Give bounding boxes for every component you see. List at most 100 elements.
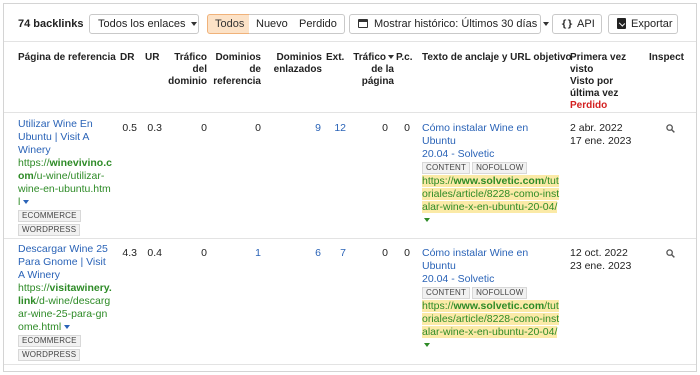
anchor-cell: Cómo instalar Wine en Ubuntu 20.04 - Sol… [422,122,564,227]
link-filter-label: Todos los enlaces [98,18,186,30]
url-part: /tut [544,175,559,187]
title-line: A Winery [18,269,61,281]
col-label: Visto por [570,76,614,87]
ext-value[interactable]: 12 [322,122,346,135]
row-divider [4,238,696,239]
tab-perdido[interactable]: Perdido [292,14,345,34]
url-part: /d-wine/descarg [36,295,111,307]
col-label: visto [570,64,594,75]
tab-todos[interactable]: Todos [207,14,253,34]
tab-nuevo[interactable]: Nuevo [249,14,296,34]
title-line: Winery [18,144,51,156]
col-label: última vez [570,88,619,99]
col-linked-domains[interactable]: Dominios enlazados [266,52,322,76]
url-part: alar-wine-x-en-ubuntu-20-04/ [422,201,558,213]
export-label: Exportar [631,18,673,30]
sort-desc-icon [388,55,394,60]
ref-page-title[interactable]: Descargar Wine 25 Para Gnome | Visit A W… [18,243,118,282]
tag: WORDPRESS [18,349,81,361]
header-divider [4,112,696,113]
url-part: wine-en-ubuntu.htm [18,183,111,195]
col-ext[interactable]: Ext. [326,52,344,64]
anchor-text[interactable]: Cómo instalar Wine en Ubuntu 20.04 - Sol… [422,122,564,161]
ref-page-url[interactable]: https://winevivino.c om/u-wine/utilizar-… [18,157,118,209]
link-filter-dropdown[interactable]: Todos los enlaces [89,14,199,34]
col-label-text: Tráfico [353,52,386,63]
row-divider [4,364,696,365]
col-label: de [249,64,261,75]
title-line: Descargar Wine 25 [18,243,108,255]
api-label: API [577,18,595,30]
title-line: Para Gnome | Visit [18,256,106,268]
col-dr[interactable]: DR [120,52,134,64]
last-seen: 23 ene. 2023 [570,260,632,272]
ur-value: 0.3 [147,122,162,134]
url-domain: www.solvetic.com [453,175,545,187]
page-traffic-value: 0 [382,122,388,134]
toolbar: 74 backlinks Todos los enlaces Todos Nue… [4,4,696,42]
col-anchor[interactable]: Texto de anclaje y URL objetivo [422,52,572,64]
seen-dates: 2 abr. 2022 17 ene. 2023 [570,122,650,148]
ref-page-url[interactable]: https://visitawinery. link/d-wine/descar… [18,282,118,334]
url-domain: winevivino.c [49,157,112,169]
target-url[interactable]: https://www.solvetic.com/tut oriales/art… [422,175,564,227]
col-inspect: Inspect [649,52,685,63]
linked-domains-value[interactable]: 9 [284,122,321,135]
col-label: del [192,64,207,75]
col-ur[interactable]: UR [145,52,159,64]
domain-traffic-value: 0 [201,122,207,134]
magnifier-icon[interactable] [666,249,675,258]
url-part: https:// [422,300,454,312]
dr-value: 0.5 [122,122,137,134]
first-seen: 2 abr. 2022 [570,122,623,134]
page-traffic-value: 0 [382,247,388,259]
tag: WORDPRESS [18,224,81,236]
col-label: página [361,76,394,87]
col-label: Dominios [276,52,322,63]
export-icon [617,18,626,29]
ref-domains-value[interactable]: 1 [224,247,261,260]
ref-page-title[interactable]: Utilizar Wine En Ubuntu | Visit A Winery [18,118,118,157]
api-button[interactable]: {} API [552,14,602,34]
col-page-traffic[interactable]: Tráfico de la página [352,52,394,88]
col-label: Primera vez [570,52,627,63]
tag: CONTENT [422,287,471,299]
magnifier-icon[interactable] [666,124,675,133]
url-part: oriales/article/8228-como-inst [422,313,560,325]
col-label: enlazados [273,64,322,75]
pc-value: 0 [404,122,410,134]
chevron-down-icon [543,22,550,27]
dr-value: 4.3 [122,247,137,259]
col-ref-domains[interactable]: Dominios de referencia [208,52,261,88]
target-url[interactable]: https://www.solvetic.com/tut oriales/art… [422,300,564,352]
col-ref-page[interactable]: Página de referencia [18,52,116,64]
caret-down-icon[interactable] [23,200,30,205]
col-seen[interactable]: Primera vez visto Visto por última vez P… [570,52,626,112]
url-domain: om [18,170,34,182]
export-button[interactable]: Exportar [608,14,678,34]
backlinks-count: 74 backlinks [18,18,84,30]
col-pc[interactable]: P.c. [396,52,413,64]
caret-down-icon[interactable] [424,343,430,348]
anchor-line: Cómo instalar Wine en Ubuntu [422,122,529,147]
anchor-text[interactable]: Cómo instalar Wine en Ubuntu 20.04 - Sol… [422,247,564,286]
url-part: /u-wine/utilizar- [33,170,105,182]
col-label: Tráfico [174,52,207,63]
title-line: Ubuntu | Visit A [18,131,90,143]
anchor-line: Cómo instalar Wine en Ubuntu [422,247,529,272]
title-line: Utilizar Wine En [18,118,93,130]
history-label: Mostrar histórico: Últimos 30 días [374,18,538,30]
col-domain-traffic[interactable]: Tráfico del dominio [164,52,207,88]
url-domain: visitawinery. [49,282,112,294]
linked-domains-value[interactable]: 6 [284,247,321,260]
tag: ECOMMERCE [18,335,81,347]
history-dropdown[interactable]: Mostrar histórico: Últimos 30 días [349,14,550,34]
caret-down-icon[interactable] [424,218,430,223]
col-label: dominio [168,76,207,87]
ext-value[interactable]: 7 [322,247,346,260]
ur-value: 0.4 [147,247,162,259]
url-part: ome.html [18,321,62,333]
tag: NOFOLLOW [472,162,528,174]
col-label: Tráfico [352,52,394,64]
caret-down-icon[interactable] [64,325,71,330]
